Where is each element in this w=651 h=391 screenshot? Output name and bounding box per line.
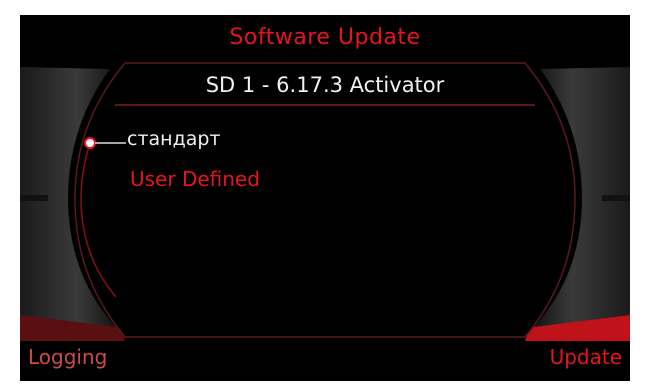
selection-indicator-icon — [84, 137, 96, 149]
left-dial-notch — [20, 195, 48, 201]
menu-item-standard[interactable]: стандарт — [127, 128, 221, 150]
update-softkey[interactable]: Update — [550, 345, 622, 369]
logging-softkey[interactable]: Logging — [28, 345, 107, 369]
panel-title: SD 1 - 6.17.3 Activator — [205, 73, 445, 97]
center-panel-outline — [74, 62, 576, 338]
screen-title: Software Update — [229, 25, 421, 50]
right-dial-notch — [602, 195, 630, 201]
menu-item-user-defined[interactable]: User Defined — [130, 167, 260, 191]
mmi-screen: Software Update SD 1 - 6.17.3 Activator … — [20, 15, 630, 381]
